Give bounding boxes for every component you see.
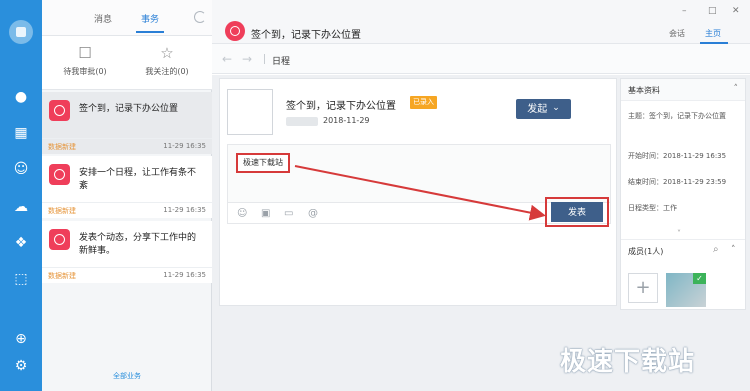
post-thumbnail [227, 89, 273, 135]
comment-input[interactable]: 极速下载站 [236, 153, 290, 173]
clipboard-icon: ☐ [78, 44, 92, 62]
avatar[interactable]: ✓ [666, 273, 706, 307]
add-member-button[interactable]: + [628, 273, 658, 303]
tab-home[interactable]: 主页 [705, 28, 721, 39]
app-logo[interactable] [9, 20, 33, 44]
breadcrumb: 日程 [272, 57, 291, 67]
close-icon[interactable]: ✕ [732, 6, 740, 16]
calendar-icon[interactable]: ▦ [12, 124, 30, 142]
search-icon[interactable]: ⌕ [713, 244, 719, 255]
launch-dropdown-button[interactable]: 发起 [516, 99, 571, 119]
alarm-clock-icon [225, 21, 245, 41]
contacts-icon[interactable]: ☺ [12, 160, 30, 178]
tab-messages[interactable]: 消息 [94, 12, 112, 25]
end-time-field: 结束时间：2018-11-29 23:59 [628, 178, 727, 186]
list-item-meta: 数据新建 11-29 16:35 [42, 267, 212, 283]
post-title: 签个到，记录下办公位置 [286, 101, 396, 112]
forward-arrow-icon[interactable]: → [242, 52, 252, 66]
navigation-bar: ← → 日程 [212, 44, 750, 74]
app-rail: ● ▦ ☺ ☁ ❖ ⬚ ⊕ ⚙ [0, 0, 42, 391]
list-item[interactable]: 发表个动态，分享下工作中的新鲜事。 数据新建 11-29 16:35 [42, 221, 212, 283]
comment-editor[interactable]: 极速下载站 [227, 144, 611, 202]
emoji-icon[interactable]: ☺ [237, 208, 247, 220]
all-business-link[interactable]: 全部业务 [42, 371, 212, 381]
list-item-tag: 数据新建 [48, 143, 76, 151]
alarm-clock-icon [49, 100, 70, 121]
watermark-text: 极速下载站 [560, 347, 696, 377]
list-item-meta: 数据新建 11-29 16:35 [42, 138, 212, 154]
main-window: 签个到，记录下办公位置 – □ ✕ 会话 主页 ← → 日程 签个到，记录下办公… [212, 0, 750, 391]
expand-chevron-icon[interactable]: ˅ [677, 229, 681, 238]
integration-icon[interactable]: ❖ [12, 234, 30, 252]
check-icon: ✓ [693, 273, 706, 284]
minimize-icon[interactable]: – [682, 6, 687, 16]
quick-filters: ☐ 待我审批(0) ☆ 我关注的(0) [42, 36, 212, 90]
cloud-icon[interactable]: ☁ [12, 198, 30, 216]
star-icon: ☆ [160, 44, 174, 62]
start-time-field: 开始时间：2018-11-29 16:35 [628, 152, 727, 160]
alarm-clock-icon [49, 229, 70, 250]
divider [264, 54, 265, 64]
list-item-time: 11-29 16:35 [163, 142, 206, 150]
mention-icon[interactable]: @ [308, 208, 318, 220]
list-item-title: 签个到，记录下办公位置 [79, 104, 179, 114]
alarm-clock-icon [49, 164, 70, 185]
members-header: 成员(1人) ⌕ ˄ [621, 239, 745, 261]
subject-field: 主题：签个到，记录下办公位置 [628, 112, 726, 120]
tab-chat[interactable]: 会话 [669, 28, 685, 39]
list-item-meta: 数据新建 11-29 16:35 [42, 202, 212, 218]
followed-button[interactable]: ☆ 我关注的(0) [132, 44, 202, 77]
maximize-icon[interactable]: □ [708, 6, 717, 16]
pending-approval-button[interactable]: ☐ 待我审批(0) [50, 44, 120, 77]
members-label: 成员(1人) [628, 247, 664, 256]
basic-info-header[interactable]: 基本资料 ˄ [621, 79, 745, 101]
apps-grid-icon[interactable]: ⬚ [12, 270, 30, 288]
chevron-up-icon[interactable]: ˄ [734, 84, 739, 94]
post-date: 2018-11-29 [323, 116, 370, 125]
tab-affairs[interactable]: 事务 [141, 12, 159, 25]
schedule-post: 签个到，记录下办公位置 已录入 2018-11-29 发起 极速下载站 ☺ ▣ … [219, 78, 617, 306]
list-item[interactable]: 安排一个日程，让工作有条不紊 数据新建 11-29 16:35 [42, 156, 212, 218]
add-circle-icon[interactable]: ⊕ [12, 330, 30, 348]
list-item[interactable]: 签个到，记录下办公位置 数据新建 11-29 16:35 [42, 92, 212, 154]
schedule-type-field: 日程类型：工作 [628, 204, 677, 212]
window-header: 签个到，记录下办公位置 – □ ✕ 会话 主页 [212, 0, 750, 44]
back-arrow-icon[interactable]: ← [222, 52, 232, 66]
chevron-up-icon[interactable]: ˄ [731, 245, 736, 255]
author-name-blurred [286, 117, 318, 126]
basic-info-title: 基本资料 [628, 86, 660, 95]
list-item-tag: 数据新建 [48, 272, 76, 280]
followed-label: 我关注的(0) [145, 67, 189, 76]
refresh-icon[interactable] [194, 11, 206, 23]
list-item-tag: 数据新建 [48, 207, 76, 215]
list-item-time: 11-29 16:35 [163, 206, 206, 214]
status-badge: 已录入 [410, 96, 437, 109]
details-panel: 基本资料 ˄ 主题：签个到，记录下办公位置 开始时间：2018-11-29 16… [620, 78, 746, 310]
settings-gear-icon[interactable]: ⚙ [12, 357, 30, 375]
active-tab-indicator [136, 31, 164, 33]
affairs-panel: 消息 事务 ☐ 待我审批(0) ☆ 我关注的(0) 签个到，记录下办公位置 数据… [42, 0, 212, 391]
chat-icon[interactable]: ● [12, 88, 30, 106]
folder-icon[interactable]: ▭ [284, 208, 293, 220]
image-icon[interactable]: ▣ [261, 208, 270, 220]
list-item-title: 发表个动态，分享下工作中的新鲜事。 [79, 233, 197, 256]
pending-approval-label: 待我审批(0) [63, 67, 107, 76]
publish-highlight: 发表 [545, 197, 609, 227]
publish-button[interactable]: 发表 [551, 202, 603, 222]
list-item-title: 安排一个日程，让工作有条不紊 [79, 168, 197, 191]
window-title: 签个到，记录下办公位置 [251, 30, 361, 41]
panel-tabs: 消息 事务 [42, 0, 212, 36]
list-item-time: 11-29 16:35 [163, 271, 206, 279]
